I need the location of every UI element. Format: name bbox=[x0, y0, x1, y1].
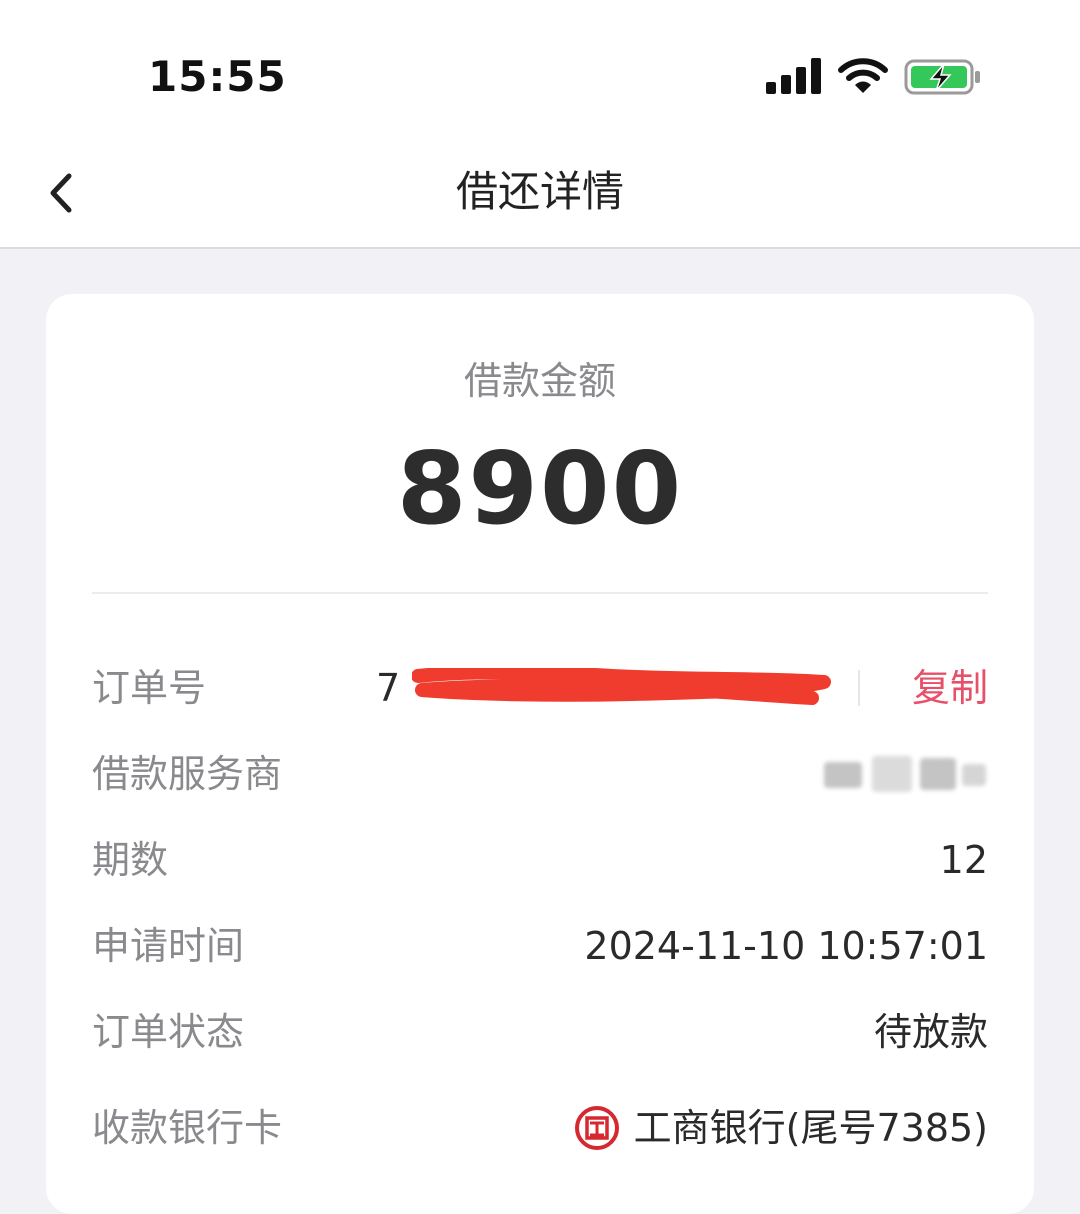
apply-time-label: 申请时间 bbox=[92, 924, 245, 968]
battery-charging-icon bbox=[904, 59, 980, 95]
copy-separator bbox=[858, 670, 860, 706]
redaction-scribble bbox=[412, 668, 831, 705]
loan-amount-value: 8900 bbox=[396, 430, 684, 547]
divider bbox=[92, 592, 988, 594]
apply-time-row: 申请时间 2024-11-10 10:57:01 bbox=[92, 916, 988, 976]
bank-card-value: 工商银行(尾号7385) bbox=[633, 1106, 988, 1150]
wifi-icon bbox=[838, 58, 888, 93]
order-number-value: 7 bbox=[376, 666, 401, 710]
navigation-bar: 借还详情 bbox=[0, 140, 1080, 249]
bank-card-value-group: 工商银行(尾号7385) bbox=[574, 1098, 988, 1158]
order-status-row: 订单状态 待放款 bbox=[92, 1002, 988, 1062]
cellular-signal-icon bbox=[766, 58, 822, 94]
bank-card-label: 收款银行卡 bbox=[92, 1106, 283, 1150]
loan-detail-card: 借款金额 8900 订单号 7 复制 借款服务商 期数 12 申请时间 2024… bbox=[46, 294, 1034, 1214]
page-title: 借还详情 bbox=[455, 167, 624, 216]
status-bar: 15:55 bbox=[0, 0, 1080, 140]
service-provider-value-blurred bbox=[824, 746, 988, 804]
service-provider-label: 借款服务商 bbox=[92, 752, 283, 796]
order-number-row: 订单号 7 复制 bbox=[92, 658, 988, 718]
periods-label: 期数 bbox=[92, 838, 169, 882]
service-provider-row: 借款服务商 bbox=[92, 744, 988, 804]
bank-card-row: 收款银行卡 工商银行(尾号7385) bbox=[92, 1098, 988, 1158]
order-number-label: 订单号 bbox=[92, 666, 207, 710]
periods-row: 期数 12 bbox=[92, 830, 988, 890]
apply-time-value: 2024-11-10 10:57:01 bbox=[584, 924, 988, 968]
order-status-label: 订单状态 bbox=[92, 1010, 245, 1054]
status-time: 15:55 bbox=[148, 52, 287, 101]
periods-value: 12 bbox=[939, 838, 988, 882]
loan-amount-label: 借款金额 bbox=[463, 359, 616, 403]
copy-button[interactable]: 复制 bbox=[912, 658, 988, 718]
icbc-logo-icon bbox=[574, 1106, 619, 1150]
order-status-value: 待放款 bbox=[873, 1010, 988, 1054]
